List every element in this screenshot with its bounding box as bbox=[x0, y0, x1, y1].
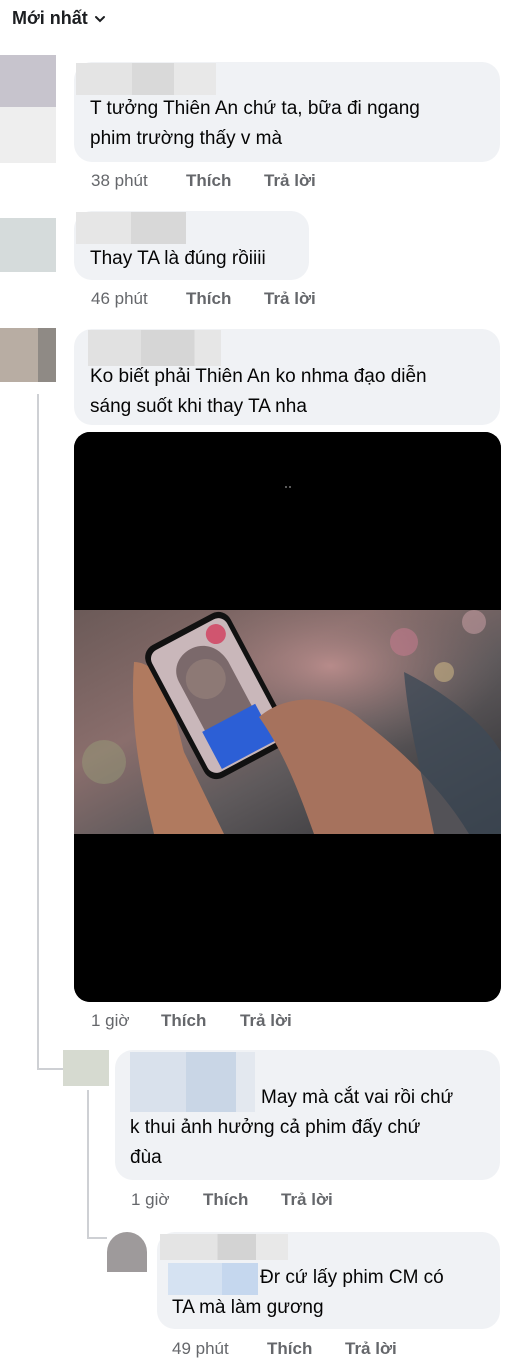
blurred-author-name[interactable] bbox=[160, 1234, 288, 1260]
reply-button[interactable]: Trả lời bbox=[240, 1011, 292, 1031]
avatar[interactable] bbox=[0, 218, 56, 272]
avatar[interactable] bbox=[0, 328, 56, 382]
video-frame-image bbox=[74, 432, 501, 1002]
reply-text-line: TA mà làm gương bbox=[172, 1297, 324, 1318]
like-button[interactable]: Thích bbox=[161, 1011, 240, 1031]
reply-button[interactable]: Trả lời bbox=[264, 289, 316, 309]
like-button[interactable]: Thích bbox=[203, 1190, 281, 1210]
reply-button[interactable]: Trả lời bbox=[345, 1339, 397, 1359]
blurred-author-name[interactable] bbox=[76, 212, 186, 244]
avatar[interactable] bbox=[0, 55, 56, 163]
comment-meta: 1 giờ Thích Trả lời bbox=[91, 1011, 292, 1031]
comment-text-line: phim trường thấy v mà bbox=[90, 128, 283, 149]
chevron-down-icon bbox=[94, 15, 105, 22]
video-thumbnail[interactable] bbox=[74, 432, 501, 1002]
reply-text-line: k thui ảnh hưởng cả phim đấy chứ bbox=[130, 1117, 421, 1138]
reply-text-line: Đr cứ lấy phim CM có bbox=[260, 1267, 444, 1288]
comment-text-line: sáng suốt khi thay TA nha bbox=[90, 396, 307, 417]
thread-line bbox=[37, 1068, 63, 1070]
thread-line bbox=[87, 1090, 89, 1238]
comment-text-line: Thay TA là đúng rồiiii bbox=[90, 248, 266, 269]
like-button[interactable]: Thích bbox=[186, 289, 264, 309]
thread-line bbox=[37, 394, 39, 1070]
reply-meta: 1 giờ Thích Trả lời bbox=[131, 1190, 333, 1210]
sort-dropdown[interactable]: Mới nhất bbox=[12, 8, 106, 29]
blurred-author-name[interactable] bbox=[88, 330, 221, 366]
comment-meta: 38 phút Thích Trả lời bbox=[91, 171, 316, 191]
thread-line bbox=[87, 1237, 107, 1239]
blurred-author-name[interactable] bbox=[76, 63, 216, 95]
like-button[interactable]: Thích bbox=[186, 171, 264, 191]
timestamp[interactable]: 46 phút bbox=[91, 289, 186, 309]
blurred-mention[interactable] bbox=[168, 1263, 258, 1295]
blurred-author-name[interactable] bbox=[130, 1052, 255, 1112]
avatar[interactable] bbox=[63, 1050, 109, 1086]
timestamp[interactable]: 38 phút bbox=[91, 171, 186, 191]
reply-text-line: May mà cắt vai rồi chứ bbox=[261, 1087, 454, 1108]
timestamp[interactable]: 49 phút bbox=[172, 1339, 267, 1359]
timestamp[interactable]: 1 giờ bbox=[131, 1190, 203, 1210]
reply-meta: 49 phút Thích Trả lời bbox=[172, 1339, 397, 1359]
comment-meta: 46 phút Thích Trả lời bbox=[91, 289, 316, 309]
like-button[interactable]: Thích bbox=[267, 1339, 345, 1359]
timestamp[interactable]: 1 giờ bbox=[91, 1011, 161, 1031]
comment-text-line: Ko biết phải Thiên An ko nhma đạo diễn bbox=[90, 366, 427, 387]
reply-button[interactable]: Trả lời bbox=[281, 1190, 333, 1210]
reply-text-line: đùa bbox=[130, 1147, 162, 1168]
comment-text-line: T tưởng Thiên An chứ ta, bữa đi ngang bbox=[90, 98, 420, 119]
sort-label: Mới nhất bbox=[12, 8, 88, 28]
avatar[interactable] bbox=[107, 1232, 147, 1272]
reply-button[interactable]: Trả lời bbox=[264, 171, 316, 191]
